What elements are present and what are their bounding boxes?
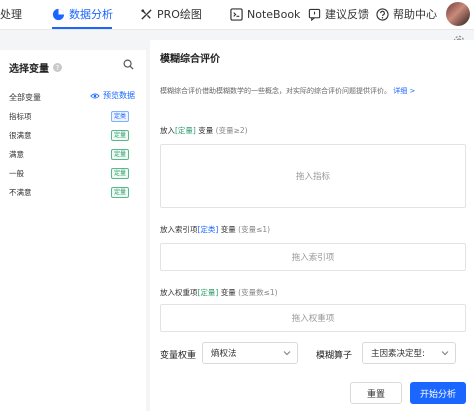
feedback-icon	[308, 8, 321, 21]
nav-label: NoteBook	[247, 7, 301, 21]
nav-label: 帮助中心	[393, 8, 437, 21]
variable-name: 指标项	[9, 111, 32, 121]
chevron-down-icon	[283, 349, 291, 360]
weight-drop-zone[interactable]: 拖入权重项	[160, 304, 466, 332]
help-icon	[376, 7, 389, 21]
variable-item[interactable]: 指标项 定类	[9, 110, 129, 122]
variable-weight-select[interactable]: 熵权法	[202, 342, 298, 364]
variable-item[interactable]: 满意 定量	[9, 148, 129, 160]
drop-zone-placeholder: 拖入权重项	[291, 314, 335, 324]
variable-weight-label: 变量权重	[160, 351, 197, 361]
details-link[interactable]: 详细 >	[393, 87, 415, 95]
select-value: 主因素决定型:	[371, 349, 425, 359]
analysis-title: 模糊综合评价	[160, 54, 220, 65]
nav-label: 数据分析	[69, 8, 113, 21]
variable-type-tag: 定量	[110, 186, 129, 198]
preview-data-label: 预览数据	[103, 91, 135, 100]
label-prefix: 放入权重项	[160, 288, 198, 297]
nav-item-data-analysis[interactable]: 数据分析	[52, 0, 113, 28]
variable-type-tag: 定量	[110, 129, 129, 141]
all-variables-label: 全部变量	[9, 93, 41, 102]
description-text: 模糊综合评价借助模糊数学的一些概念，对实际的综合评价问题提供评价。	[160, 87, 391, 95]
label-prefix: 放入索引项	[160, 225, 198, 234]
analysis-description: 模糊综合评价借助模糊数学的一些概念，对实际的综合评价问题提供评价。 详细 >	[160, 86, 415, 96]
label-suffix: 变量	[220, 288, 236, 297]
index-drop-zone[interactable]: 拖入索引项	[160, 243, 466, 271]
nav-item-feedback[interactable]: 建议反馈	[308, 0, 369, 28]
label-type: [定量]	[175, 126, 196, 135]
nav-label: 处理	[0, 8, 22, 21]
weight-section-label: 放入权重项[定量] 变量 (变量数≤1)	[160, 287, 278, 298]
fuzzy-operator-label: 模糊算子	[316, 351, 353, 361]
variable-item[interactable]: 一般 定量	[9, 167, 129, 179]
drop-zone-placeholder: 拖入指标	[295, 172, 330, 182]
variable-type-tag: 定类	[110, 110, 129, 122]
variable-name: 很满意	[9, 130, 32, 140]
top-nav: 处理 数据分析 PRO绘图 NoteBook 建议反馈 帮助中心	[0, 0, 474, 30]
label-type: [定类]	[197, 225, 219, 234]
label-prefix: 放入	[160, 126, 175, 135]
eye-icon	[90, 93, 100, 98]
label-limit: (变量≥2)	[215, 126, 248, 135]
nav-label: 建议反馈	[325, 8, 369, 21]
variable-name: 满意	[9, 149, 24, 159]
indicator-drop-zone[interactable]: 拖入指标	[160, 144, 466, 208]
variable-type-tag: 定量	[110, 148, 129, 160]
label-suffix: 变量	[220, 225, 236, 234]
pro-icon	[140, 8, 153, 21]
fuzzy-operator-select[interactable]: 主因素决定型:	[362, 342, 456, 364]
variable-item[interactable]: 不满意 定量	[9, 186, 129, 198]
chevron-down-icon	[441, 349, 449, 360]
drop-zone-placeholder: 拖入索引项	[291, 253, 335, 263]
variable-item[interactable]: 很满意 定量	[9, 129, 129, 141]
label-limit: (变量≤1)	[238, 225, 271, 234]
panel-title-text: 选择变量	[9, 64, 49, 75]
nav-item-pro-plot[interactable]: PRO绘图	[140, 0, 202, 28]
label-limit: (变量数≤1)	[238, 288, 278, 297]
info-icon[interactable]: ?	[53, 63, 62, 72]
reset-button[interactable]: 重置	[350, 382, 402, 404]
search-icon[interactable]	[123, 59, 134, 73]
preview-data-button[interactable]: 预览数据	[90, 90, 135, 101]
nav-item-processing[interactable]: 处理	[0, 0, 22, 28]
variable-panel-title: 选择变量 ?	[9, 60, 62, 75]
user-avatar[interactable]	[446, 2, 470, 26]
active-tab-indicator	[52, 27, 112, 29]
variable-name: 不满意	[9, 187, 32, 197]
variable-name: 一般	[9, 168, 24, 178]
nav-label: PRO绘图	[157, 8, 202, 21]
variable-panel: 选择变量 ? 全部变量 预览数据 指标项 定类 很满意 定量 满意 定量 一般 …	[0, 50, 146, 411]
label-type: [定量]	[197, 288, 219, 297]
analysis-panel: 模糊综合评价 模糊综合评价借助模糊数学的一些概念，对实际的综合评价问题提供评价。…	[150, 40, 474, 411]
nav-item-help-center[interactable]: 帮助中心	[376, 0, 437, 28]
start-analysis-button[interactable]: 开始分析	[410, 382, 466, 404]
code-icon	[230, 7, 243, 21]
select-value: 熵权法	[211, 349, 237, 359]
index-section-label: 放入索引项[定类] 变量 (变量≤1)	[160, 224, 270, 235]
indicator-section-label: 放入[定量] 变量 (变量≥2)	[160, 125, 248, 136]
label-suffix: 变量	[198, 126, 214, 135]
pie-chart-icon	[52, 8, 65, 21]
variable-type-tag: 定量	[110, 167, 129, 179]
nav-item-notebook[interactable]: NoteBook	[230, 0, 300, 28]
